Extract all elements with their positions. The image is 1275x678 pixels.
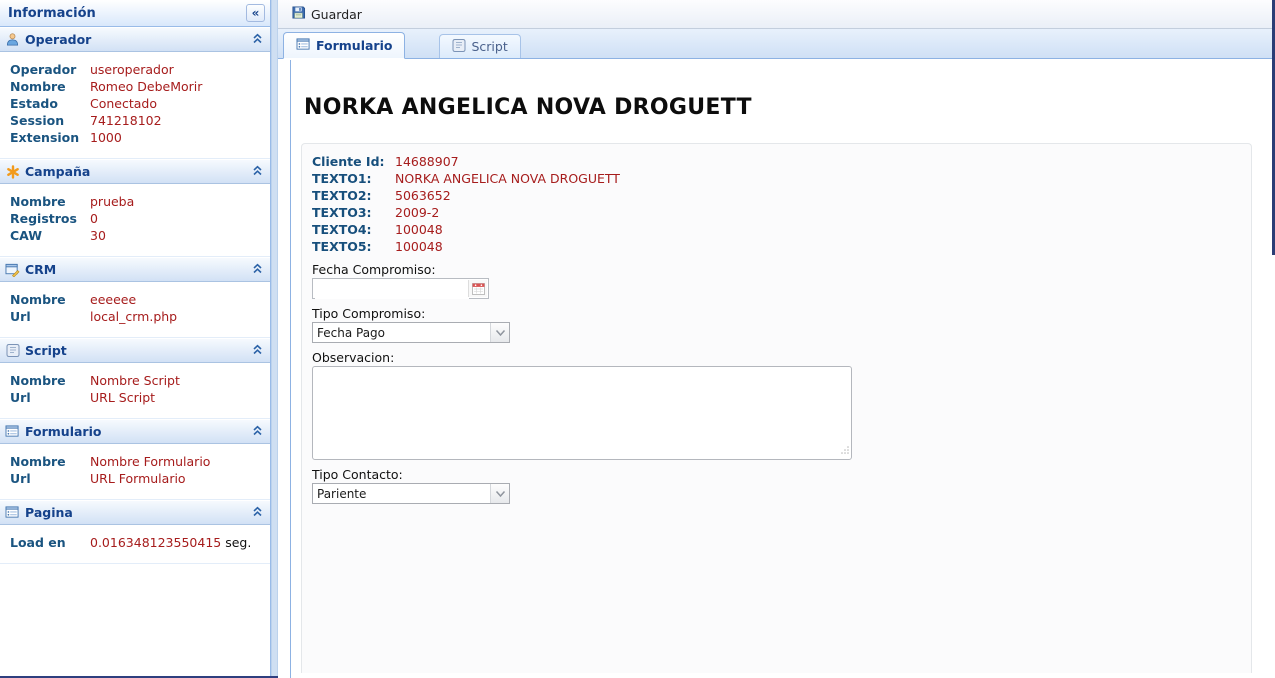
section-title: Script bbox=[25, 343, 67, 358]
collapse-section-icon[interactable] bbox=[251, 164, 264, 180]
info-row: Url URL Script bbox=[10, 390, 156, 405]
section-header-formulario[interactable]: Formulario bbox=[0, 419, 270, 444]
form-icon bbox=[296, 37, 311, 54]
section-title: Pagina bbox=[25, 505, 73, 520]
section-header-operador[interactable]: Operador bbox=[0, 27, 270, 52]
observacion-textarea[interactable] bbox=[313, 367, 851, 459]
tab-script[interactable]: Script bbox=[439, 34, 521, 58]
section-body-crm: Nombre eeeeee Url local_crm.php bbox=[0, 282, 270, 338]
section-header-crm[interactable]: CRM bbox=[0, 257, 270, 282]
section-body-pagina: Load en 0.016348123550415 seg. bbox=[0, 525, 270, 564]
user-icon bbox=[4, 32, 21, 48]
tab-strip: Formulario Script bbox=[278, 29, 1275, 59]
info-row: Nombre prueba bbox=[10, 194, 135, 209]
info-row: Operador useroperador bbox=[10, 62, 174, 77]
section-header-script[interactable]: Script bbox=[0, 338, 270, 363]
form-icon bbox=[4, 424, 21, 440]
section-header-pagina[interactable]: Pagina bbox=[0, 500, 270, 525]
section-title: Formulario bbox=[25, 424, 102, 439]
app-edit-icon bbox=[4, 262, 21, 278]
tab-label: Formulario bbox=[316, 38, 393, 53]
section-title: CRM bbox=[25, 262, 57, 277]
save-button[interactable]: Guardar bbox=[285, 3, 368, 25]
tipo-contacto-select[interactable]: Pariente bbox=[312, 483, 510, 504]
collapse-section-icon[interactable] bbox=[251, 424, 264, 440]
field-row: TEXTO4: 100048 bbox=[312, 222, 443, 237]
info-panel-header: Información « bbox=[0, 0, 270, 27]
asterisk-icon bbox=[4, 164, 21, 180]
collapse-section-icon[interactable] bbox=[251, 343, 264, 359]
sidebar-splitter[interactable] bbox=[271, 0, 278, 678]
form-icon bbox=[4, 505, 21, 521]
info-row: Url URL Formulario bbox=[10, 471, 186, 486]
field-row: TEXTO5: 100048 bbox=[312, 239, 443, 254]
chevron-down-icon bbox=[490, 323, 509, 342]
info-row: Estado Conectado bbox=[10, 96, 158, 111]
tipo-contacto-label: Tipo Contacto: bbox=[312, 467, 403, 482]
collapse-section-icon[interactable] bbox=[251, 32, 264, 48]
chevron-down-icon bbox=[490, 484, 509, 503]
collapse-section-icon[interactable] bbox=[251, 262, 264, 278]
panel-collapse-button[interactable]: « bbox=[246, 4, 265, 22]
section-header-campana[interactable]: Campaña bbox=[0, 159, 270, 184]
tab-body-formulario: NORKA ANGELICA NOVA DROGUETT Cliente Id:… bbox=[290, 60, 1275, 678]
floppy-disk-icon bbox=[291, 5, 306, 23]
observacion-label: Observacion: bbox=[312, 350, 395, 365]
main-panel: Guardar Formulario Script NORKA ANGELICA… bbox=[278, 0, 1275, 678]
info-row: Nombre Nombre Script bbox=[10, 373, 180, 388]
info-row: Load en 0.016348123550415 seg. bbox=[10, 535, 252, 550]
section-title: Campaña bbox=[25, 164, 91, 179]
section-body-formulario: Nombre Nombre Formulario Url URL Formulari… bbox=[0, 444, 270, 500]
fecha-compromiso-input[interactable] bbox=[315, 280, 469, 299]
info-row: Url local_crm.php bbox=[10, 309, 178, 324]
info-panel-title: Información bbox=[8, 5, 96, 21]
info-row: Extension 1000 bbox=[10, 130, 122, 145]
info-row: Nombre Nombre Formulario bbox=[10, 454, 211, 469]
field-row: TEXTO3: 2009-2 bbox=[312, 205, 440, 220]
section-body-campana: Nombre prueba Registros 0 CAW 30 bbox=[0, 184, 270, 257]
script-icon bbox=[4, 343, 21, 359]
select-value: Pariente bbox=[317, 486, 367, 501]
fecha-compromiso-label: Fecha Compromiso: bbox=[312, 262, 436, 277]
field-row: TEXTO2: 5063652 bbox=[312, 188, 451, 203]
calendar-icon[interactable] bbox=[468, 280, 487, 297]
info-row: Nombre eeeeee bbox=[10, 292, 137, 307]
section-body-operador: Operador useroperador Nombre Romeo DebeMor… bbox=[0, 52, 270, 159]
field-row: Cliente Id: 14688907 bbox=[312, 154, 459, 169]
script-icon bbox=[452, 38, 466, 56]
collapse-section-icon[interactable] bbox=[251, 505, 264, 521]
tab-formulario[interactable]: Formulario bbox=[283, 32, 406, 59]
field-row: TEXTO1: NORKA ANGELICA NOVA DROGUETT bbox=[312, 171, 620, 186]
toolbar: Guardar bbox=[278, 0, 1275, 29]
info-row: Registros 0 bbox=[10, 211, 98, 226]
section-body-script: Nombre Nombre Script Url URL Script bbox=[0, 363, 270, 419]
select-value: Fecha Pago bbox=[317, 325, 386, 340]
tipo-compromiso-select[interactable]: Fecha Pago bbox=[312, 322, 510, 343]
info-row: Session 741218102 bbox=[10, 113, 162, 128]
client-fields-panel: Cliente Id: 14688907 TEXTO1: NORKA ANGELIC… bbox=[301, 143, 1252, 673]
info-row: Nombre Romeo DebeMorir bbox=[10, 79, 203, 94]
info-panel: Información « Operador Operador useropera… bbox=[0, 0, 271, 676]
tab-label: Script bbox=[471, 39, 508, 54]
section-title: Operador bbox=[25, 32, 92, 47]
observacion-field bbox=[312, 366, 852, 460]
fecha-compromiso-field bbox=[312, 278, 489, 299]
save-button-label: Guardar bbox=[311, 6, 362, 22]
info-row: CAW 30 bbox=[10, 228, 106, 243]
client-name-title: NORKA ANGELICA NOVA DROGUETT bbox=[304, 95, 752, 120]
tipo-compromiso-label: Tipo Compromiso: bbox=[312, 306, 426, 321]
